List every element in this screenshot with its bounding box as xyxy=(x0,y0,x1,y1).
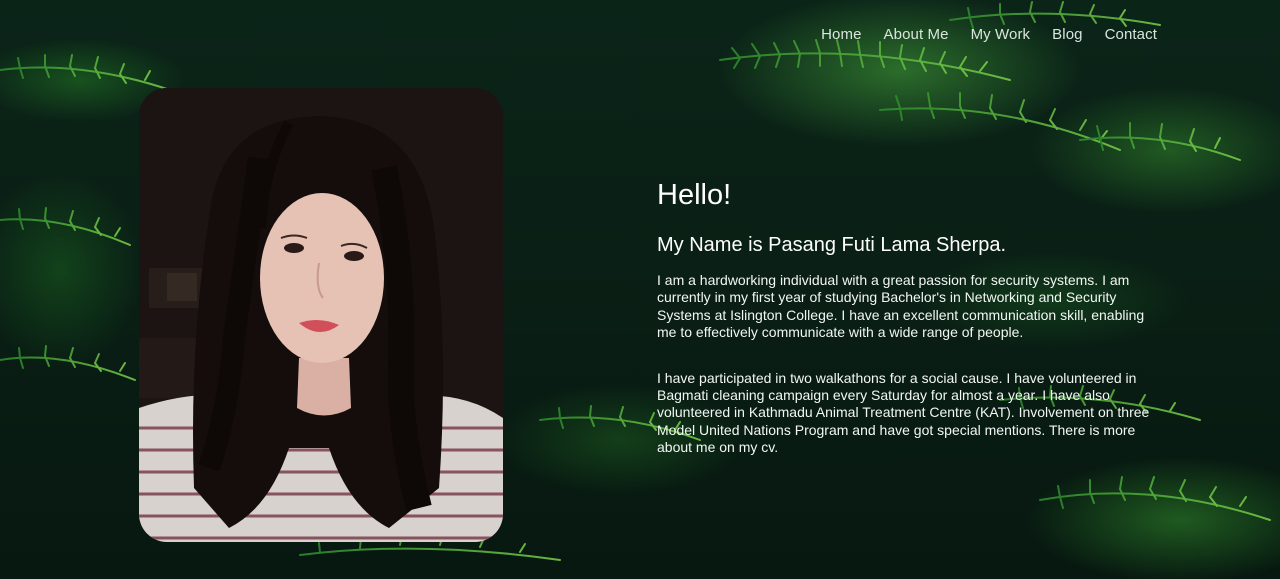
about-paragraph-2: I have participated in two walkathons fo… xyxy=(657,369,1150,456)
profile-photo xyxy=(139,88,503,542)
portrait-illustration xyxy=(139,88,503,542)
nav-my-work-link[interactable]: My Work xyxy=(971,26,1031,43)
portfolio-page: Home About Me My Work Blog Contact Hello… xyxy=(0,0,1280,579)
nav-home-link[interactable]: Home xyxy=(821,26,861,43)
nav-blog-link[interactable]: Blog xyxy=(1052,26,1082,43)
name-heading: My Name is Pasang Futi Lama Sherpa. xyxy=(657,234,1007,256)
nav-contact-link[interactable]: Contact xyxy=(1105,26,1157,43)
greeting-heading: Hello! xyxy=(657,179,732,211)
about-paragraph-1: I am a hardworking individual with a gre… xyxy=(657,272,1145,341)
main-nav: Home About Me My Work Blog Contact xyxy=(821,26,1157,43)
nav-about-me-link[interactable]: About Me xyxy=(884,26,949,43)
intro-section: Hello! My Name is Pasang Futi Lama Sherp… xyxy=(657,178,1162,457)
